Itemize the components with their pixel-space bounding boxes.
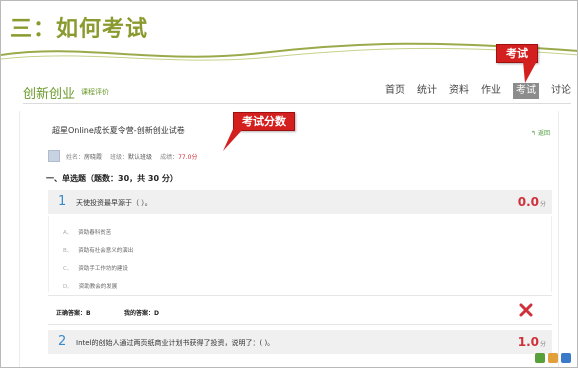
logo-icon [561,353,571,363]
option-c: C、 资助手工作坊的建设 [63,266,128,272]
option-a: A、 资助春科贫苦 [63,230,112,236]
back-link[interactable]: ↰ 返回 [531,128,550,137]
total-score: 77.0分 [178,153,198,161]
question-text: Intel的创始人通过两页纸商业计划书获得了投资，说明了：( )。 [76,339,275,347]
correct-answer: 正确答案：B [56,310,91,317]
question-number: 2 [58,334,67,349]
question-score: 0.0分 [517,195,546,209]
name-label: 姓名： [66,153,85,161]
my-answer: 我的答案：D [124,310,159,317]
back-arrow-icon: ↰ [531,130,537,137]
header-wave-decoration [1,42,577,61]
student-name: 房晓霞 [84,153,103,161]
score-callout-pointer-icon [223,129,243,151]
course-brand[interactable]: 创新创业 [23,83,75,102]
section-title: 一、单选题（题数：30，共 30 分） [46,174,178,183]
question-header: 2 Intel的创始人通过两页纸商业计划书获得了投资，说明了：( )。 1.0分 [48,330,552,354]
exam-paper: 超星Online成长夏令营-创新创业试卷 ↰ 返回 姓名： 房晓霞 班级： 默认… [19,111,559,367]
avatar [48,150,60,162]
nav-materials[interactable]: 资料 [449,83,469,99]
corner-logos [535,353,571,363]
wrong-mark-icon [519,303,533,317]
course-nav: 创新创业 课程评价 首页 统计 资料 作业 考试 讨论 [23,83,571,103]
logo-icon [548,353,558,363]
option-b: B、 资助有社会意义的演出 [63,248,134,254]
question-score: 1.0分 [517,335,546,349]
exam-callout-pointer-icon [523,61,537,83]
nav-homework[interactable]: 作业 [481,83,501,99]
paper-title: 超星Online成长夏令营-创新创业试卷 [52,126,185,135]
slide: 三：如何考试 创新创业 课程评价 首页 统计 资料 作业 考试 讨论 超星Onl… [0,0,578,368]
option-d: D、 资助教会的发展 [63,284,118,290]
nav-stats[interactable]: 统计 [417,83,437,99]
nav-home[interactable]: 首页 [385,83,405,99]
logo-icon [535,353,545,363]
nav-menu: 首页 统计 资料 作业 考试 讨论 [373,83,571,99]
question-text: 天使投资最早源于（ ）。 [76,199,152,207]
option-list: A、 资助春科贫苦 B、 资助有社会意义的演出 C、 资助手工作坊的建设 D、 资助教会… [48,216,552,292]
student-info: 姓名： 房晓霞 班级： 默认班级 成绩： 77.0分 [48,149,197,163]
question-header: 1 天使投资最早源于（ ）。 0.0分 [48,190,552,214]
nav-discussion[interactable]: 讨论 [551,83,571,99]
class-name: 默认班级 [128,153,153,161]
question-number: 1 [58,194,67,209]
answer-row: 正确答案：B 我的答案：D [48,295,552,325]
nav-exam[interactable]: 考试 [513,83,539,99]
back-label: 返回 [537,130,550,137]
score-label: 成绩： [160,153,179,161]
nav-divider [23,103,571,104]
course-evaluation-link[interactable]: 课程评价 [81,87,109,97]
class-label: 班级： [110,153,129,161]
